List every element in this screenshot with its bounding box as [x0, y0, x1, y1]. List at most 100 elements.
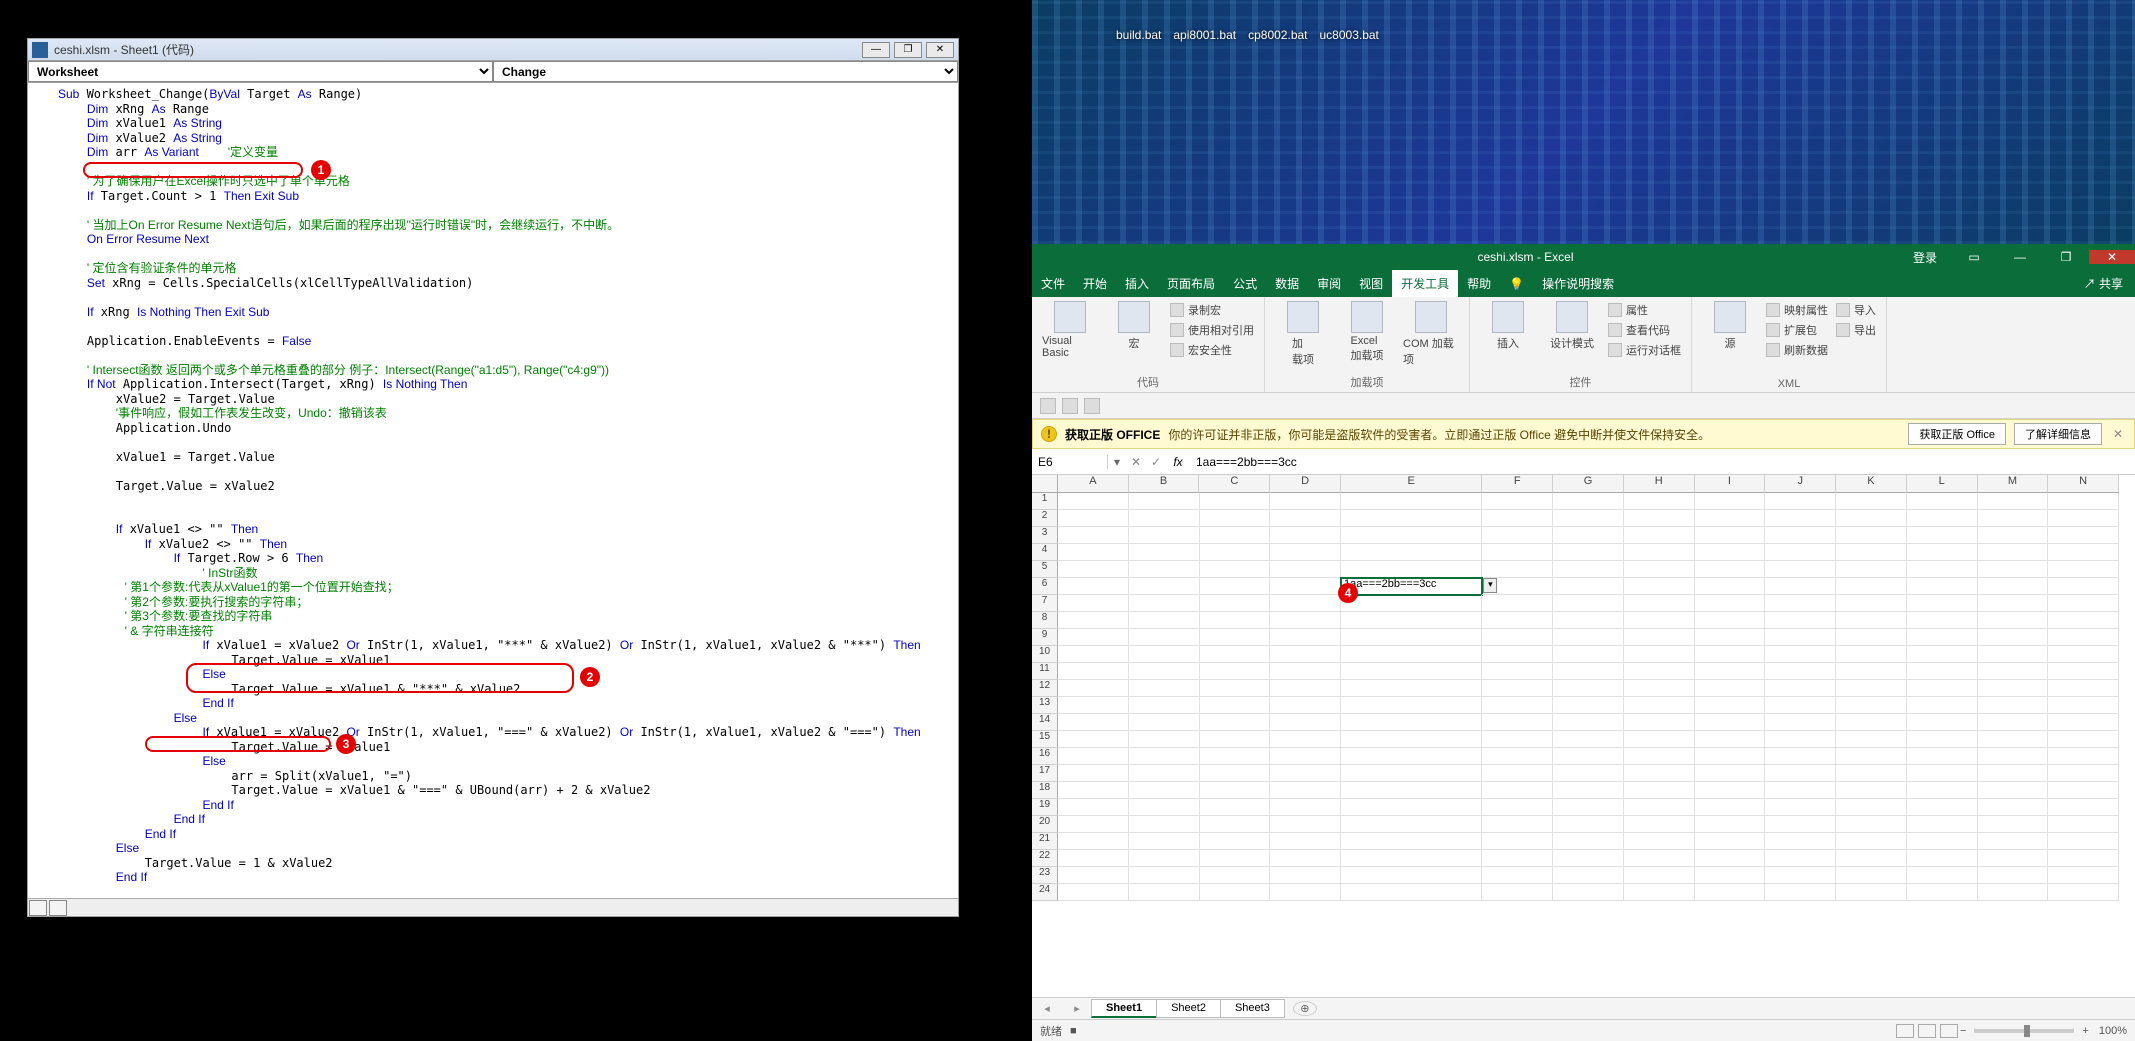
cell[interactable] — [1058, 884, 1129, 901]
cell[interactable] — [1200, 612, 1271, 629]
cell[interactable] — [2048, 748, 2119, 765]
cell[interactable] — [1553, 782, 1624, 799]
get-genuine-button[interactable]: 获取正版 Office — [1908, 423, 2006, 445]
cell[interactable] — [1341, 680, 1482, 697]
cell[interactable] — [1129, 510, 1200, 527]
cell[interactable] — [1129, 561, 1200, 578]
cell[interactable] — [1624, 629, 1695, 646]
cell[interactable] — [1270, 612, 1341, 629]
cell[interactable] — [1624, 782, 1695, 799]
cell[interactable] — [1765, 680, 1836, 697]
ribbon-options-icon[interactable]: ▭ — [1951, 250, 1997, 264]
cell[interactable] — [1129, 816, 1200, 833]
cell[interactable] — [1553, 765, 1624, 782]
row-header[interactable]: 18 — [1032, 782, 1058, 799]
cell[interactable] — [1765, 782, 1836, 799]
cell[interactable] — [1200, 629, 1271, 646]
cell[interactable] — [1907, 748, 1978, 765]
cell[interactable]: 1aa===2bb===3cc▾ — [1341, 578, 1482, 595]
cell[interactable] — [1553, 714, 1624, 731]
cell[interactable] — [1058, 561, 1129, 578]
cell[interactable] — [1836, 833, 1907, 850]
row-header[interactable]: 15 — [1032, 731, 1058, 748]
cell[interactable] — [1200, 782, 1271, 799]
cell[interactable] — [1482, 697, 1553, 714]
cell[interactable] — [1129, 731, 1200, 748]
cell[interactable] — [1978, 714, 2049, 731]
cell[interactable] — [1907, 578, 1978, 595]
namebox-dropdown-icon[interactable]: ▾ — [1108, 455, 1126, 469]
cell[interactable] — [1270, 850, 1341, 867]
cell[interactable] — [1765, 561, 1836, 578]
cell[interactable] — [1695, 510, 1766, 527]
ribbon-tab[interactable]: 开始 — [1074, 270, 1116, 297]
cell[interactable] — [1765, 663, 1836, 680]
cell[interactable] — [1836, 612, 1907, 629]
cell[interactable] — [1553, 833, 1624, 850]
cell[interactable] — [1200, 646, 1271, 663]
cell[interactable] — [1200, 714, 1271, 731]
cell[interactable] — [1765, 833, 1836, 850]
cell[interactable] — [1907, 493, 1978, 510]
cell[interactable] — [1765, 544, 1836, 561]
cell[interactable] — [1695, 612, 1766, 629]
cell[interactable] — [1907, 595, 1978, 612]
cell[interactable] — [1907, 782, 1978, 799]
cell[interactable] — [1765, 748, 1836, 765]
macros-button[interactable]: 宏 — [1106, 301, 1162, 351]
cell[interactable] — [1695, 816, 1766, 833]
cell[interactable] — [1129, 748, 1200, 765]
cell[interactable] — [1624, 527, 1695, 544]
cell[interactable] — [1765, 697, 1836, 714]
properties-button[interactable]: 属性 — [1608, 301, 1681, 319]
cell[interactable] — [1482, 833, 1553, 850]
cell[interactable] — [1553, 493, 1624, 510]
cell[interactable] — [1341, 697, 1482, 714]
cell[interactable] — [1200, 510, 1271, 527]
run-dialog-button[interactable]: 运行对话框 — [1608, 341, 1681, 359]
cell[interactable] — [1058, 799, 1129, 816]
cell[interactable] — [1553, 697, 1624, 714]
cell[interactable] — [1765, 595, 1836, 612]
row-header[interactable]: 21 — [1032, 833, 1058, 850]
cell[interactable] — [1129, 578, 1200, 595]
cell[interactable] — [2048, 833, 2119, 850]
object-combo[interactable]: Worksheet — [28, 61, 493, 82]
msgbar-close-icon[interactable]: ✕ — [2110, 427, 2126, 441]
cell[interactable] — [1695, 595, 1766, 612]
row-header[interactable]: 1 — [1032, 493, 1058, 510]
cell[interactable] — [1553, 816, 1624, 833]
ribbon-tab[interactable]: 开发工具 — [1392, 270, 1458, 297]
cell[interactable] — [1978, 595, 2049, 612]
fx-icon[interactable]: fx — [1166, 455, 1190, 469]
cell[interactable] — [1482, 544, 1553, 561]
cell[interactable] — [1058, 663, 1129, 680]
cell[interactable] — [1129, 799, 1200, 816]
cell[interactable] — [1058, 765, 1129, 782]
close-button[interactable]: ✕ — [2089, 250, 2135, 264]
cells-area[interactable]: 1aa===2bb===3cc▾ — [1058, 493, 2119, 997]
cell[interactable] — [1624, 714, 1695, 731]
cell[interactable] — [1695, 731, 1766, 748]
cell[interactable] — [1270, 867, 1341, 884]
cell[interactable] — [1836, 816, 1907, 833]
cell[interactable] — [1482, 765, 1553, 782]
cell[interactable] — [1341, 646, 1482, 663]
cell[interactable] — [1482, 595, 1553, 612]
cell[interactable] — [1270, 629, 1341, 646]
cell[interactable] — [1624, 544, 1695, 561]
row-header[interactable]: 19 — [1032, 799, 1058, 816]
cell[interactable] — [1836, 799, 1907, 816]
column-header[interactable]: I — [1695, 475, 1766, 493]
view-code-button[interactable]: 查看代码 — [1608, 321, 1681, 339]
close-button[interactable]: ✕ — [926, 42, 954, 58]
cell[interactable] — [1553, 680, 1624, 697]
cell[interactable] — [1341, 527, 1482, 544]
cell[interactable] — [1270, 765, 1341, 782]
cell[interactable] — [1129, 714, 1200, 731]
cell[interactable] — [1270, 510, 1341, 527]
cell[interactable] — [1695, 578, 1766, 595]
cell[interactable] — [1200, 680, 1271, 697]
cell[interactable] — [1695, 561, 1766, 578]
column-header[interactable]: D — [1270, 475, 1341, 493]
